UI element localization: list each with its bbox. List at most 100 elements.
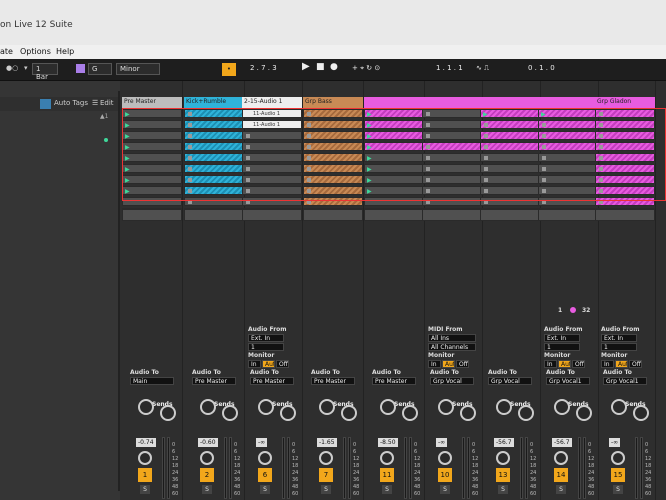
volume-readout[interactable]: -8.50: [378, 438, 398, 447]
send-a-knob[interactable]: [496, 399, 512, 415]
solo-button[interactable]: S: [382, 485, 392, 494]
edit-button[interactable]: Edit: [100, 99, 114, 109]
audio-to-select[interactable]: Grp Vocal: [430, 377, 474, 385]
volume-readout[interactable]: -∞: [256, 438, 268, 447]
volume-readout[interactable]: -0.60: [198, 438, 218, 447]
clip-stop-button[interactable]: [595, 209, 655, 221]
track-activator-button[interactable]: 14: [554, 468, 568, 482]
pan-knob[interactable]: [438, 451, 452, 465]
audio-to-select[interactable]: Main: [130, 377, 174, 385]
monitor-option-in[interactable]: In: [248, 360, 261, 368]
track-activator-button[interactable]: 6: [258, 468, 272, 482]
auto-tags-label[interactable]: Auto Tags: [54, 99, 88, 109]
clip-stop-button[interactable]: [422, 209, 482, 221]
follow-icon[interactable]: •: [222, 63, 236, 76]
send-a-knob[interactable]: [554, 399, 570, 415]
volume-readout[interactable]: -56.7: [494, 438, 514, 447]
volume-readout[interactable]: -∞: [609, 438, 621, 447]
volume-readout[interactable]: -0.74: [136, 438, 156, 447]
edit-icon[interactable]: ☰: [92, 99, 98, 109]
pager-page[interactable]: 1: [558, 307, 562, 314]
metronome-icon[interactable]: ●○: [6, 64, 18, 72]
send-a-knob[interactable]: [138, 399, 154, 415]
chevron-down-icon[interactable]: ▾: [24, 64, 28, 72]
send-b-knob[interactable]: [222, 405, 238, 421]
send-b-knob[interactable]: [633, 405, 649, 421]
pan-knob[interactable]: [554, 451, 568, 465]
clip-stop-button[interactable]: [364, 209, 424, 221]
monitor-option-in[interactable]: In: [428, 360, 441, 368]
solo-button[interactable]: S: [321, 485, 331, 494]
pager-dot-icon[interactable]: [570, 307, 576, 313]
audio-from-select[interactable]: Ext. In: [248, 334, 284, 342]
send-b-knob[interactable]: [402, 405, 418, 421]
monitor-option-auto[interactable]: Auto: [558, 360, 571, 368]
loop-length[interactable]: 0 . 1 . 0: [528, 64, 555, 72]
midi-channel-select[interactable]: All Channels: [428, 343, 476, 351]
track-header[interactable]: [480, 97, 540, 108]
audio-to-select[interactable]: Grp Vocal1: [546, 377, 590, 385]
track-activator-button[interactable]: 7: [319, 468, 333, 482]
track-activator-button[interactable]: 1: [138, 468, 152, 482]
track-activator-button[interactable]: 10: [438, 468, 452, 482]
menu-item-help[interactable]: Help: [56, 47, 74, 56]
clip-stop-button[interactable]: [538, 209, 598, 221]
midi-from-select[interactable]: All Ins: [428, 334, 476, 342]
monitor-option-auto[interactable]: Auto: [442, 360, 455, 368]
audio-to-select[interactable]: Pre Master: [372, 377, 416, 385]
track-header[interactable]: [422, 97, 482, 108]
audio-to-select[interactable]: Pre Master: [192, 377, 236, 385]
monitor-option-off[interactable]: Off: [629, 360, 642, 368]
send-a-knob[interactable]: [438, 399, 454, 415]
send-a-knob[interactable]: [258, 399, 274, 415]
menu-item-create[interactable]: ate: [0, 47, 13, 56]
key-select[interactable]: G: [88, 63, 112, 75]
solo-button[interactable]: S: [613, 485, 623, 494]
send-b-knob[interactable]: [576, 405, 592, 421]
pan-knob[interactable]: [496, 451, 510, 465]
volume-readout[interactable]: -∞: [436, 438, 448, 447]
solo-button[interactable]: S: [556, 485, 566, 494]
track-header[interactable]: 2-15-Audio 1: [242, 97, 302, 108]
volume-readout[interactable]: -56.7: [552, 438, 572, 447]
monitor-option-auto[interactable]: Auto: [615, 360, 628, 368]
send-b-knob[interactable]: [518, 405, 534, 421]
solo-button[interactable]: S: [440, 485, 450, 494]
track-header[interactable]: Kick+Rumble: [184, 97, 244, 108]
stop-icon[interactable]: ■: [316, 62, 325, 72]
monitor-option-in[interactable]: In: [601, 360, 614, 368]
audio-to-select[interactable]: Grp Vocal1: [603, 377, 647, 385]
menu-item-options[interactable]: Options: [20, 47, 51, 56]
play-icon[interactable]: ▶: [302, 61, 310, 72]
clip-stop-button[interactable]: [480, 209, 540, 221]
audio-from-select[interactable]: Ext. In: [601, 334, 637, 342]
loop-start[interactable]: 1 . 1 . 1: [436, 64, 463, 72]
track-activator-button[interactable]: 13: [496, 468, 510, 482]
send-b-knob[interactable]: [341, 405, 357, 421]
monitor-option-off[interactable]: Off: [572, 360, 585, 368]
pager-total[interactable]: 32: [582, 307, 590, 314]
audio-to-select[interactable]: Pre Master: [311, 377, 355, 385]
quantize-select[interactable]: 1 Bar: [32, 63, 58, 81]
send-b-knob[interactable]: [160, 405, 176, 421]
arrangement-position[interactable]: 2 . 7 . 3: [250, 64, 277, 72]
track-header[interactable]: Grp Gladon: [595, 97, 655, 108]
monitor-option-off[interactable]: Off: [276, 360, 289, 368]
solo-button[interactable]: S: [140, 485, 150, 494]
volume-readout[interactable]: -1.65: [317, 438, 337, 447]
pan-knob[interactable]: [380, 451, 394, 465]
monitor-option-in[interactable]: In: [544, 360, 557, 368]
audio-from-select[interactable]: Ext. In: [544, 334, 580, 342]
solo-button[interactable]: S: [260, 485, 270, 494]
track-activator-button[interactable]: 11: [380, 468, 394, 482]
pan-knob[interactable]: [200, 451, 214, 465]
auto-tags-toggle[interactable]: [40, 99, 51, 109]
input-channel-select[interactable]: 1: [544, 343, 580, 351]
input-channel-select[interactable]: 1: [248, 343, 284, 351]
send-a-knob[interactable]: [611, 399, 627, 415]
audio-to-select[interactable]: Pre Master: [250, 377, 294, 385]
send-a-knob[interactable]: [200, 399, 216, 415]
track-header[interactable]: [364, 97, 424, 108]
send-b-knob[interactable]: [280, 405, 296, 421]
scale-select[interactable]: Minor: [116, 63, 160, 75]
